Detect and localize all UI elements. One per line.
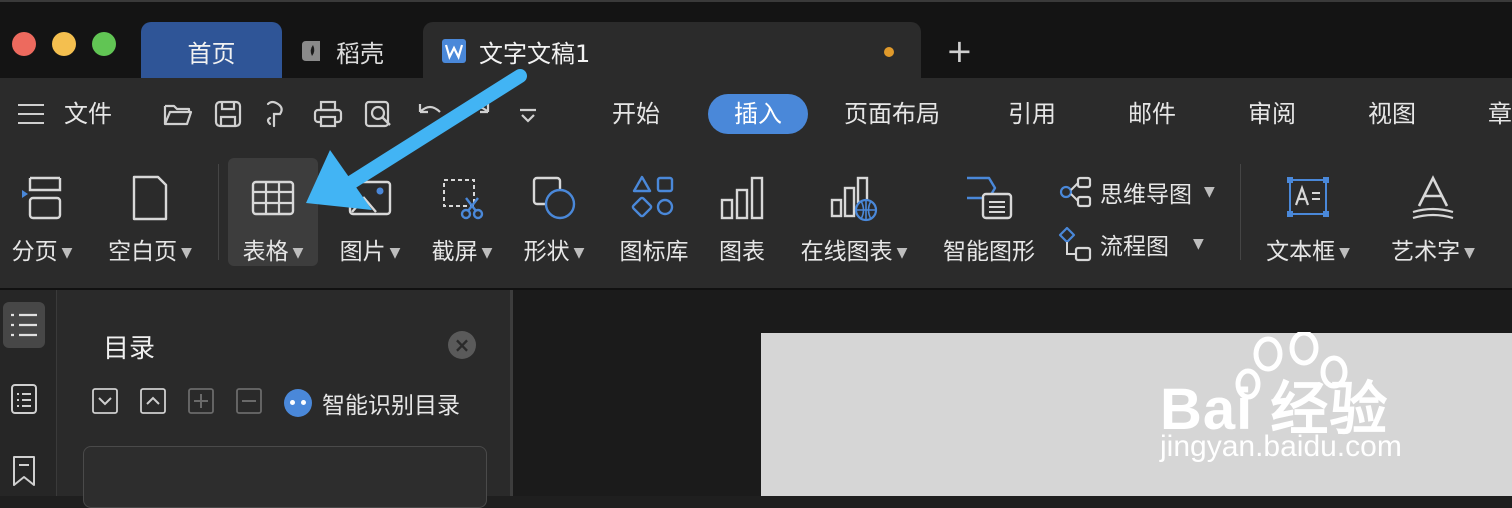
- blank-page-icon: [132, 175, 168, 221]
- icon-library-button[interactable]: 图标库: [608, 158, 700, 266]
- menu-references[interactable]: 引用: [1008, 78, 1056, 150]
- toc-content-area: [83, 446, 487, 508]
- format-painter-icon[interactable]: [262, 98, 294, 130]
- open-folder-icon[interactable]: [162, 98, 194, 130]
- ribbon-separator: [1240, 164, 1241, 260]
- screenshot-icon: [443, 179, 484, 220]
- online-chart-label: 在线图表: [800, 239, 893, 265]
- tab-home[interactable]: 首页: [141, 22, 282, 80]
- toc-title: 目录: [103, 334, 156, 364]
- title-bar: 首页 稻壳 文字文稿1 +: [0, 0, 1512, 80]
- menu-chapter[interactable]: 章: [1488, 78, 1512, 150]
- document-page[interactable]: [761, 333, 1512, 496]
- icon-library-label: 图标库: [619, 239, 689, 265]
- mind-map-label: 思维导图: [1100, 182, 1192, 208]
- word-art-icon: [1412, 175, 1454, 220]
- blank-page-label: 空白页: [108, 239, 178, 265]
- remove-heading-icon[interactable]: [236, 388, 262, 414]
- picture-label: 图片: [339, 239, 386, 265]
- text-box-icon: [1287, 177, 1329, 217]
- online-chart-icon: [830, 176, 878, 222]
- flowchart-button[interactable]: 流程图 ▼: [1058, 224, 1204, 264]
- chart-button[interactable]: 图表: [706, 158, 778, 266]
- redo-icon[interactable]: [462, 98, 494, 130]
- save-icon[interactable]: [212, 98, 244, 130]
- word-art-button[interactable]: 艺术字 ▼: [1378, 158, 1488, 266]
- picture-icon: [348, 180, 392, 216]
- ribbon-separator: [218, 164, 219, 260]
- smart-toc-label: 智能识别目录: [322, 393, 460, 419]
- shape-label: 形状: [523, 239, 570, 265]
- tab-document-label: 文字文稿1: [479, 39, 591, 68]
- menu-mailings[interactable]: 邮件: [1128, 78, 1176, 150]
- tab-daoke-label: 稻壳: [336, 39, 384, 68]
- blank-page-button[interactable]: 空白页 ▼: [96, 158, 204, 266]
- toc-panel-button[interactable]: [3, 302, 45, 348]
- close-window-button[interactable]: [12, 32, 36, 56]
- daoke-logo-icon: [302, 41, 320, 61]
- shape-button[interactable]: 形状 ▼: [512, 158, 596, 266]
- chart-label: 图表: [719, 239, 765, 265]
- menu-insert[interactable]: 插入: [708, 94, 808, 134]
- insert-ribbon: 分页 ▼ 空白页 ▼ 表格 ▼ 图片 ▼ 截屏 ▼ 形状 ▼ 图标库 图表 在线…: [0, 150, 1512, 290]
- outline-list-icon: [11, 313, 37, 337]
- minimize-window-button[interactable]: [52, 32, 76, 56]
- mind-map-button[interactable]: 思维导图 ▼: [1058, 172, 1215, 212]
- more-dropdown-icon[interactable]: [512, 98, 544, 130]
- side-toolbar: [0, 290, 57, 496]
- online-chart-button[interactable]: 在线图表 ▼: [790, 158, 918, 266]
- toc-close-button[interactable]: ×: [448, 331, 476, 359]
- bookmark-icon: [13, 456, 35, 486]
- flowchart-label: 流程图: [1100, 234, 1169, 260]
- smart-graphic-icon: [967, 176, 1013, 220]
- smart-graphic-button[interactable]: 智能图形: [934, 158, 1044, 266]
- print-icon[interactable]: [312, 98, 344, 130]
- document-list-icon: [11, 384, 37, 414]
- toc-panel: 目录 × 智能识别目录: [57, 290, 510, 508]
- flowchart-icon: [1058, 226, 1092, 262]
- add-heading-icon[interactable]: [188, 388, 214, 414]
- writer-doc-icon: [442, 39, 466, 63]
- mind-map-icon: [1059, 176, 1092, 208]
- shape-icon: [532, 176, 576, 220]
- page-break-icon: [22, 176, 62, 220]
- expand-icon[interactable]: [92, 388, 118, 414]
- bookmark-panel-button[interactable]: [3, 448, 45, 494]
- maximize-window-button[interactable]: [92, 32, 116, 56]
- chart-icon: [720, 176, 764, 220]
- tab-document[interactable]: 文字文稿1: [423, 22, 921, 80]
- smart-toc-button[interactable]: 智能识别目录: [284, 386, 460, 420]
- screenshot-label: 截屏: [431, 239, 478, 265]
- smart-graphic-label: 智能图形: [943, 239, 1035, 265]
- menu-file[interactable]: 文件: [64, 78, 112, 150]
- menu-view[interactable]: 视图: [1368, 78, 1416, 150]
- undo-icon[interactable]: [414, 98, 446, 130]
- screenshot-button[interactable]: 截屏 ▼: [420, 158, 504, 266]
- menu-bar: 文件 开始 插入 页面布局 引用 邮件 审阅 视图 章: [0, 78, 1512, 150]
- picture-button[interactable]: 图片 ▼: [328, 158, 412, 266]
- hamburger-menu-icon[interactable]: [16, 102, 46, 126]
- table-icon: [251, 180, 295, 216]
- tab-daoke[interactable]: 稻壳: [300, 22, 410, 80]
- print-preview-icon[interactable]: [362, 98, 394, 130]
- page-break-button[interactable]: 分页 ▼: [0, 158, 84, 266]
- new-tab-button[interactable]: +: [946, 32, 973, 70]
- smart-recognize-icon: [284, 389, 312, 417]
- menu-review[interactable]: 审阅: [1248, 78, 1296, 150]
- tab-home-label: 首页: [187, 39, 236, 68]
- menu-home[interactable]: 开始: [612, 78, 660, 150]
- table-label: 表格: [242, 239, 289, 265]
- table-button[interactable]: 表格 ▼: [228, 158, 318, 266]
- page-break-label: 分页: [11, 239, 58, 265]
- text-box-label: 文本框: [1266, 239, 1336, 265]
- menu-page-layout[interactable]: 页面布局: [844, 78, 940, 150]
- watermark-url: jingyan.baidu.com: [1160, 430, 1402, 463]
- document-outline-button[interactable]: [3, 376, 45, 422]
- word-art-label: 艺术字: [1391, 239, 1461, 265]
- collapse-icon[interactable]: [140, 388, 166, 414]
- unsaved-indicator: [884, 47, 894, 57]
- icon-library-icon: [631, 175, 674, 218]
- text-box-button[interactable]: 文本框 ▼: [1256, 158, 1360, 266]
